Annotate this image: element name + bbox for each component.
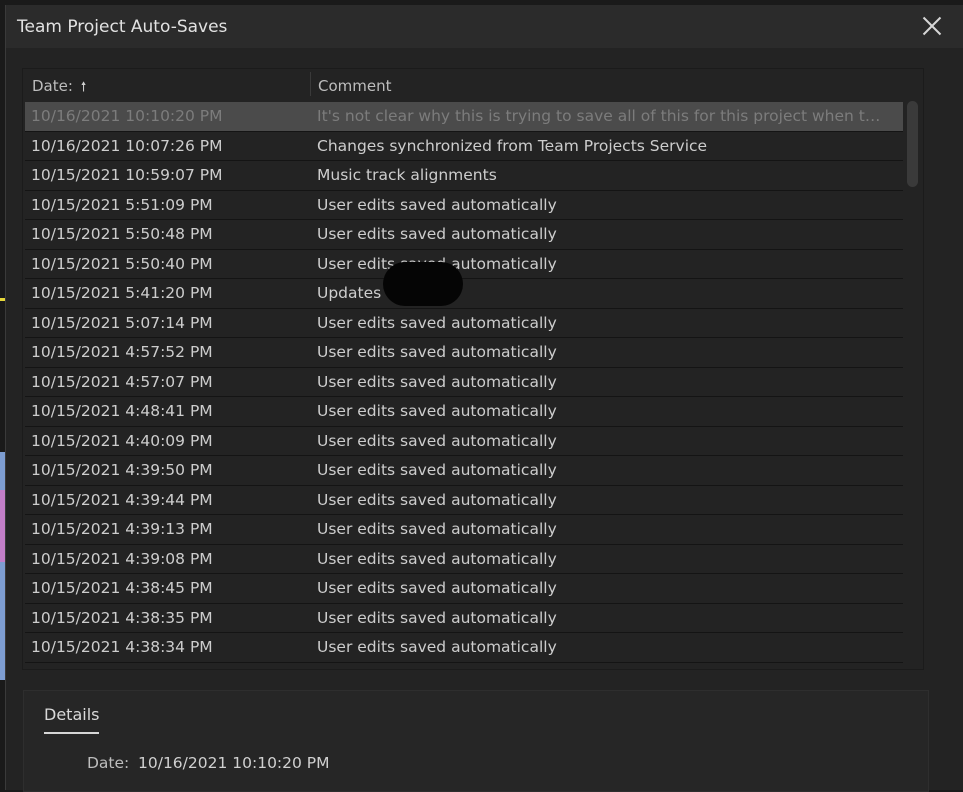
row-comment: User edits saved automatically [317,372,557,391]
table-row[interactable]: 10/15/2021 5:07:14 PM User edits saved au… [25,309,903,338]
row-date: 10/15/2021 5:41:20 PM [31,284,213,302]
table-row[interactable]: 10/15/2021 4:57:52 PM User edits saved au… [25,338,903,368]
tab-details[interactable]: Details [44,705,99,734]
scroll-thumb[interactable] [907,101,918,187]
autosave-table: Date: 🠕 Comment 10/16/2021 10:10:20 PM It… [22,68,924,670]
table-row[interactable]: 10/15/2021 4:38:34 PM User edits saved au… [25,633,903,663]
table-body: 10/16/2021 10:10:20 PM It's not clear why… [25,102,903,670]
row-date: 10/15/2021 4:40:09 PM [31,431,213,450]
row-comment: It's not clear why this is trying to sav… [317,107,887,125]
row-date: 10/15/2021 4:39:50 PM [31,461,213,479]
column-header-date-label: Date: [32,77,73,95]
row-comment: User edits saved automatically [317,431,557,450]
table-row[interactable]: 10/15/2021 4:48:41 PM User edits saved au… [25,397,903,427]
row-date: 10/15/2021 5:50:48 PM [31,225,213,243]
row-date: 10/15/2021 4:39:08 PM [31,549,213,568]
row-comment: User edits saved automatically [317,638,557,656]
row-comment: User edits saved automatically [317,343,557,361]
row-comment: User edits saved automatically [317,579,557,597]
row-date: 10/15/2021 4:38:34 PM [31,638,213,656]
details-panel: Details Date: 10/16/2021 10:10:20 PM [23,690,929,792]
column-header-date[interactable]: Date: 🠕 [32,77,86,100]
table-row[interactable]: 10/15/2021 4:39:13 PM User edits saved au… [25,515,903,545]
row-comment: User edits saved automatically [317,490,557,509]
row-comment: User edits saved automatically [317,402,557,420]
detail-date-value: 10/16/2021 10:10:20 PM [138,754,330,772]
row-date: 10/15/2021 10:59:07 PM [31,166,223,184]
row-date: 10/15/2021 4:39:44 PM [31,490,213,509]
table-header: Date: 🠕 Comment [23,69,903,99]
detail-date-label: Date: [87,754,130,772]
table-row[interactable]: 10/15/2021 5:51:09 PM User edits saved au… [25,191,903,220]
row-date: 10/15/2021 4:39:13 PM [31,520,213,538]
table-row[interactable]: 10/15/2021 5:50:40 PMUser edits saved au… [25,250,903,279]
row-comment: User edits saved automatically [317,608,557,627]
row-date: 10/15/2021 4:38:35 PM [31,608,213,627]
close-icon[interactable] [922,16,942,36]
table-row[interactable]: 10/15/2021 4:38:35 PM User edits saved au… [25,604,903,633]
table-row[interactable]: 10/15/2021 5:41:20 PM Updates video [25,279,903,309]
row-comment: User edits saved automatically [317,668,887,670]
table-row[interactable]: 10/15/2021 4:57:07 PM User edits saved au… [25,368,903,397]
table-row[interactable]: 10/15/2021 4:39:44 PM User edits saved au… [25,486,903,515]
row-date: 10/15/2021 4:38:08 PM [31,668,213,670]
row-date: 10/15/2021 4:38:45 PM [31,579,213,597]
table-row[interactable]: 10/16/2021 10:07:26 PM Changes synchroniz… [25,132,903,161]
row-date: 10/15/2021 5:50:40 PM [31,254,213,273]
column-divider[interactable] [310,72,311,96]
table-row[interactable]: 10/16/2021 10:10:20 PM It's not clear why… [25,102,903,132]
row-date: 10/16/2021 10:10:20 PM [31,107,223,125]
title-bar: Team Project Auto-Saves [6,5,963,48]
redaction-blot [383,262,463,306]
row-date: 10/15/2021 4:48:41 PM [31,402,213,420]
table-row[interactable]: 10/15/2021 10:59:07 PM Music track alignm… [25,161,903,191]
table-row[interactable]: 10/15/2021 4:39:08 PM User edits saved au… [25,545,903,574]
row-date: 10/15/2021 4:57:07 PM [31,372,213,391]
table-row[interactable]: 10/15/2021 4:38:45 PM User edits saved au… [25,574,903,604]
row-comment: User edits saved automatically [317,520,557,538]
sort-ascending-icon: 🠕 [80,80,87,95]
row-date: 10/15/2021 5:51:09 PM [31,195,213,214]
row-comment: Changes synchronized from Team Projects … [317,136,708,155]
row-comment: User edits saved automatically [317,195,557,214]
row-comment: User edits saved automatically [317,313,557,332]
row-date: 10/16/2021 10:07:26 PM [31,136,223,155]
dialog-title: Team Project Auto-Saves [17,17,228,37]
table-row[interactable]: 10/15/2021 4:38:08 PM User edits saved au… [25,663,903,670]
row-comment: Music track alignments [317,166,497,184]
table-row[interactable]: 10/15/2021 4:39:50 PM User edits saved au… [25,456,903,486]
row-comment: User edits saved automatically [317,461,557,479]
row-date: 10/15/2021 4:57:52 PM [31,343,213,361]
row-comment: User edits saved automatically [317,549,557,568]
table-row[interactable]: 10/15/2021 4:40:09 PM User edits saved au… [25,427,903,456]
column-header-comment[interactable]: Comment [318,77,392,95]
vertical-scrollbar[interactable] [904,99,920,669]
row-comment: User edits saved automatically [317,225,557,243]
row-date: 10/15/2021 5:07:14 PM [31,313,213,332]
table-row[interactable]: 10/15/2021 5:50:48 PM User edits saved au… [25,220,903,250]
